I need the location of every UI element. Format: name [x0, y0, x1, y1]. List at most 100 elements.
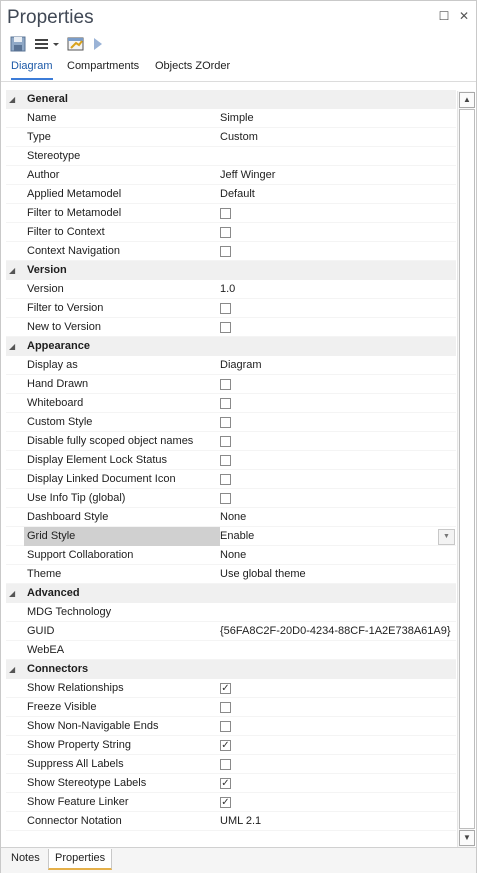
- expand-arrow-icon[interactable]: ◢: [9, 660, 19, 679]
- property-row[interactable]: New to Version: [6, 318, 456, 337]
- property-row[interactable]: Grid Style Enable ▼: [6, 527, 456, 546]
- property-checkbox[interactable]: [220, 759, 231, 770]
- property-checkbox[interactable]: ✓: [220, 797, 231, 808]
- property-row[interactable]: Type Custom: [6, 128, 456, 147]
- property-row[interactable]: Use Info Tip (global): [6, 489, 456, 508]
- property-checkbox[interactable]: [220, 322, 231, 333]
- property-checkbox[interactable]: [220, 417, 231, 428]
- properties-icon[interactable]: [67, 35, 85, 53]
- tab-compartments[interactable]: Compartments: [67, 60, 139, 78]
- property-row[interactable]: Hand Drawn: [6, 375, 456, 394]
- expand-arrow-icon[interactable]: ◢: [9, 584, 19, 603]
- property-value[interactable]: Jeff Winger: [220, 166, 454, 185]
- property-row[interactable]: Applied Metamodel Default: [6, 185, 456, 204]
- property-checkbox[interactable]: [220, 208, 231, 219]
- dropdown-button[interactable]: ▼: [438, 529, 455, 545]
- property-value[interactable]: Diagram: [220, 356, 454, 375]
- property-row[interactable]: Suppress All Labels: [6, 755, 456, 774]
- property-row[interactable]: Version 1.0: [6, 280, 456, 299]
- property-row[interactable]: MDG Technology: [6, 603, 456, 622]
- property-row[interactable]: Show Non-Navigable Ends: [6, 717, 456, 736]
- property-row[interactable]: Freeze Visible: [6, 698, 456, 717]
- property-row[interactable]: Name Simple: [6, 109, 456, 128]
- property-row[interactable]: Connector Notation UML 2.1: [6, 812, 456, 831]
- property-value[interactable]: Use global theme: [220, 565, 454, 584]
- play-icon[interactable]: [92, 35, 104, 53]
- property-name: Display Linked Document Icon: [27, 473, 176, 485]
- property-checkbox[interactable]: [220, 455, 231, 466]
- scrollbar-thumb[interactable]: [459, 109, 475, 829]
- property-row[interactable]: Custom Style: [6, 413, 456, 432]
- category-row[interactable]: ◢ Advanced: [6, 584, 456, 603]
- property-checkbox[interactable]: [220, 398, 231, 409]
- property-checkbox[interactable]: [220, 702, 231, 713]
- property-row[interactable]: Display Element Lock Status: [6, 451, 456, 470]
- property-row[interactable]: Filter to Context: [6, 223, 456, 242]
- property-value[interactable]: UML 2.1: [220, 812, 454, 831]
- category-row[interactable]: ◢ Connectors: [6, 660, 456, 679]
- property-checkbox[interactable]: [220, 493, 231, 504]
- scroll-up-icon[interactable]: ▲: [459, 92, 475, 108]
- property-row[interactable]: Theme Use global theme: [6, 565, 456, 584]
- dropdown-icon[interactable]: [52, 35, 61, 53]
- restore-icon[interactable]: ☐: [438, 10, 450, 22]
- property-checkbox[interactable]: [220, 436, 231, 447]
- property-value[interactable]: Enable: [220, 527, 454, 546]
- vertical-scrollbar[interactable]: ▲ ▼: [457, 91, 475, 847]
- property-checkbox[interactable]: ✓: [220, 778, 231, 789]
- tab-properties[interactable]: Properties: [48, 849, 113, 870]
- property-row[interactable]: Show Feature Linker ✓: [6, 793, 456, 812]
- save-icon[interactable]: [10, 35, 26, 53]
- property-row[interactable]: Display Linked Document Icon: [6, 470, 456, 489]
- property-row[interactable]: Display as Diagram: [6, 356, 456, 375]
- category-row[interactable]: ◢ General: [6, 90, 456, 109]
- property-value[interactable]: Simple: [220, 109, 454, 128]
- property-checkbox[interactable]: ✓: [220, 683, 231, 694]
- expand-arrow-icon[interactable]: ◢: [9, 337, 19, 356]
- property-name: Support Collaboration: [27, 549, 134, 561]
- property-checkbox[interactable]: ✓: [220, 740, 231, 751]
- property-row[interactable]: Stereotype: [6, 147, 456, 166]
- scroll-down-icon[interactable]: ▼: [459, 830, 475, 846]
- property-row[interactable]: Context Navigation: [6, 242, 456, 261]
- property-row[interactable]: Whiteboard: [6, 394, 456, 413]
- property-checkbox[interactable]: [220, 246, 231, 257]
- property-checkbox[interactable]: [220, 303, 231, 314]
- property-checkbox[interactable]: [220, 474, 231, 485]
- property-row[interactable]: Show Relationships ✓: [6, 679, 456, 698]
- property-row[interactable]: Support Collaboration None: [6, 546, 456, 565]
- tab-notes[interactable]: Notes: [5, 849, 46, 868]
- category-label: Appearance: [27, 340, 90, 352]
- property-name: Author: [27, 169, 60, 181]
- tab-objects-zorder[interactable]: Objects ZOrder: [155, 60, 230, 78]
- toolbar: [1, 33, 476, 55]
- property-value[interactable]: 1.0: [220, 280, 454, 299]
- property-row[interactable]: Show Property String ✓: [6, 736, 456, 755]
- bottom-tab-strip: Notes Properties: [1, 847, 476, 873]
- tab-diagram[interactable]: Diagram: [11, 60, 53, 80]
- property-value[interactable]: None: [220, 546, 454, 565]
- property-value[interactable]: Custom: [220, 128, 454, 147]
- property-row[interactable]: WebEA: [6, 641, 456, 660]
- property-row[interactable]: Author Jeff Winger: [6, 166, 456, 185]
- expand-arrow-icon[interactable]: ◢: [9, 90, 19, 109]
- expand-arrow-icon[interactable]: ◢: [9, 261, 19, 280]
- property-row[interactable]: Filter to Version: [6, 299, 456, 318]
- menu-icon[interactable]: [34, 35, 50, 53]
- property-checkbox[interactable]: [220, 227, 231, 238]
- property-value[interactable]: Default: [220, 185, 454, 204]
- property-row[interactable]: GUID {56FA8C2F-20D0-4234-88CF-1A2E738A61A…: [6, 622, 456, 641]
- category-row[interactable]: ◢ Version: [6, 261, 456, 280]
- property-row[interactable]: Dashboard Style None: [6, 508, 456, 527]
- property-value[interactable]: None: [220, 508, 454, 527]
- property-checkbox[interactable]: [220, 379, 231, 390]
- property-value[interactable]: {56FA8C2F-20D0-4234-88CF-1A2E738A61A9}: [220, 622, 454, 641]
- close-icon[interactable]: ✕: [458, 10, 470, 22]
- property-row[interactable]: Disable fully scoped object names: [6, 432, 456, 451]
- tab-strip: Diagram Compartments Objects ZOrder: [1, 57, 476, 82]
- property-name: Context Navigation: [27, 245, 120, 257]
- category-row[interactable]: ◢ Appearance: [6, 337, 456, 356]
- property-row[interactable]: Show Stereotype Labels ✓: [6, 774, 456, 793]
- property-checkbox[interactable]: [220, 721, 231, 732]
- property-row[interactable]: Filter to Metamodel: [6, 204, 456, 223]
